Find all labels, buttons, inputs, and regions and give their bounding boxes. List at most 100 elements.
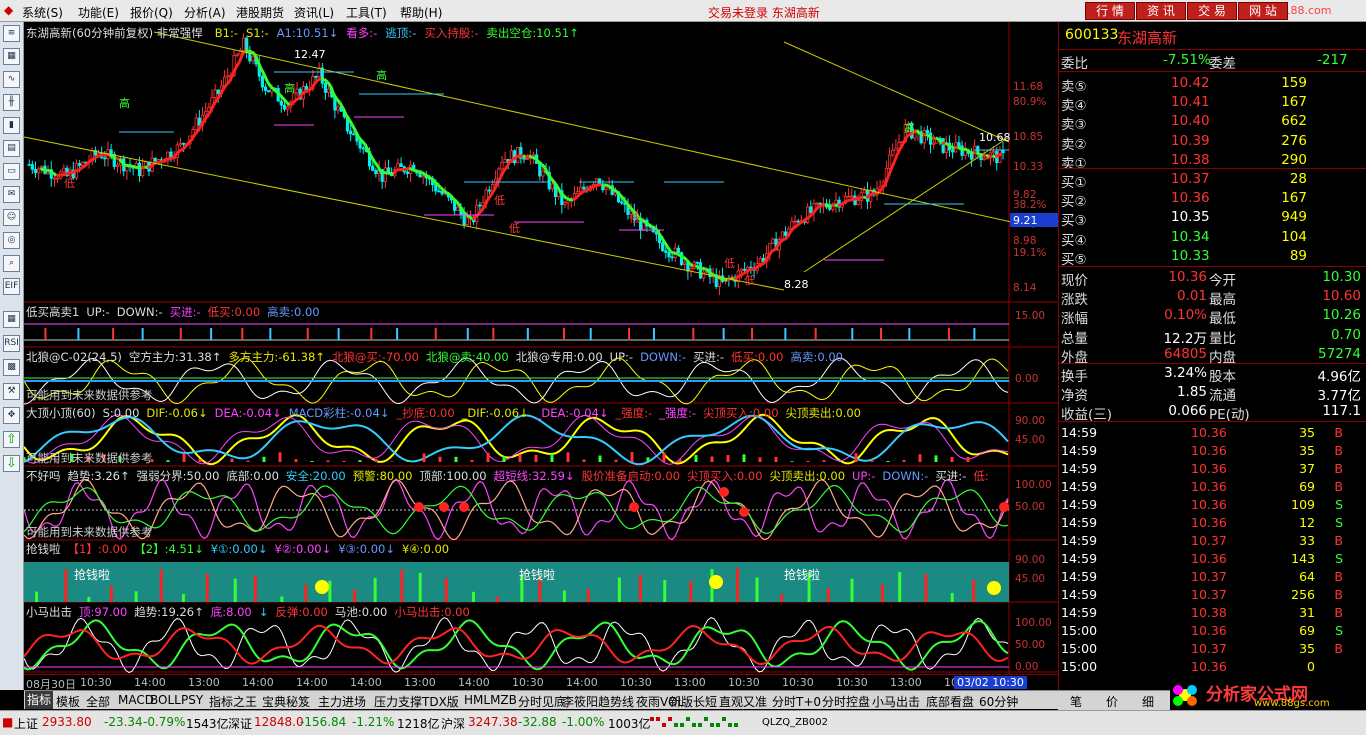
top-button-2[interactable]: 交 易: [1187, 2, 1237, 20]
tab-0[interactable]: 指标: [25, 691, 54, 709]
tab-10[interactable]: HMLMZB: [464, 693, 517, 707]
tab-9[interactable]: 压力支撑TDX版: [374, 693, 459, 710]
candle-body: [456, 206, 460, 211]
menu-2[interactable]: 报价(Q): [130, 4, 173, 21]
ma-segment: [736, 274, 742, 279]
menu-7[interactable]: 帮助(H): [400, 4, 442, 21]
people-icon[interactable]: ☺: [3, 209, 20, 226]
orderbook-row: 卖⑤ 10.42 159: [1059, 74, 1366, 95]
ma-segment: [317, 77, 322, 82]
ma-segment: [739, 272, 745, 277]
tab-4[interactable]: BOLL: [150, 693, 181, 707]
etf-icon[interactable]: EIF: [3, 278, 20, 295]
chart-annotation: 8.28: [784, 278, 809, 291]
right-tab-2[interactable]: 细: [1142, 693, 1154, 710]
tab-1[interactable]: 模板: [56, 693, 80, 710]
right-tab-1[interactable]: 价: [1106, 693, 1118, 710]
list-icon[interactable]: ≡: [3, 25, 20, 42]
tick-row: 14:59 10.37 64 B: [1059, 568, 1366, 587]
tab-5[interactable]: PSY: [181, 693, 203, 707]
ma-segment: [509, 158, 514, 163]
tab-3[interactable]: MACD: [118, 693, 154, 707]
tick-volume: 69: [1299, 479, 1315, 494]
bar-icon[interactable]: ▮: [3, 117, 20, 134]
kline-chart-svg[interactable]: 12.47高高高高低低低低低低8.2810.6811.6880.9%10.851…: [24, 22, 1058, 674]
panel2-label-9: _强度:-: [659, 406, 697, 420]
menu-1[interactable]: 功能(E): [78, 4, 119, 21]
chart-line-icon[interactable]: ∿: [3, 71, 20, 88]
top-button-0[interactable]: 行 情: [1085, 2, 1135, 20]
grid2-icon[interactable]: ▦: [3, 311, 20, 328]
panel5-label-3: 底:8.00: [210, 605, 252, 619]
panel5-bar: [304, 584, 308, 602]
menu-5[interactable]: 资讯(L): [294, 4, 334, 21]
tick-flag: B: [1334, 461, 1343, 476]
tab-11[interactable]: 分时见底: [518, 693, 566, 710]
table-icon[interactable]: ▤: [3, 140, 20, 157]
order-label: 卖④: [1061, 98, 1087, 115]
tab-15[interactable]: 直观又准: [719, 693, 767, 710]
date-label-5: 14:00: [296, 676, 328, 689]
chart-annotation: 高: [119, 96, 130, 110]
candle-body: [226, 75, 230, 78]
ma-segment: [998, 152, 1003, 157]
globe-icon[interactable]: ◎: [3, 232, 20, 249]
top-button-1[interactable]: 资 讯: [1136, 2, 1186, 20]
panel5-bar: [233, 578, 237, 602]
up-arrow-icon[interactable]: ⇧: [3, 431, 20, 448]
down-arrow-icon[interactable]: ⇩: [3, 455, 20, 472]
tab-6[interactable]: 指标之王: [209, 693, 257, 710]
search-icon[interactable]: ⌕: [3, 255, 20, 272]
tab-8[interactable]: 主力进场: [318, 693, 366, 710]
move-icon[interactable]: ✥: [3, 407, 20, 424]
doc-icon[interactable]: ▭: [3, 163, 20, 180]
calc-icon[interactable]: ▩: [3, 359, 20, 376]
tab-2[interactable]: 全部: [86, 693, 110, 710]
tab-20[interactable]: 60分钟: [979, 693, 1018, 710]
candle-body: [503, 158, 507, 163]
menu-3[interactable]: 分析(A): [184, 4, 226, 21]
panel5-bar: [253, 575, 257, 602]
chart-area[interactable]: 12.47 高高高高低低低低低低 8.28 10.68 11.68 80.9% 10.85 1…: [24, 22, 1058, 690]
ma-segment: [591, 184, 596, 189]
menu-4[interactable]: 港股期货: [236, 4, 284, 21]
orderbook-row: 卖③ 10.40 662: [1059, 112, 1366, 134]
ma-segment: [831, 203, 836, 208]
candle-body: [985, 157, 989, 160]
orderbook-row: 买③ 10.35 949: [1059, 208, 1366, 229]
date-label-15: 10:30: [836, 676, 868, 689]
tab-16[interactable]: 分时T+0: [772, 693, 821, 710]
candle-body: [991, 151, 996, 154]
top-button-3[interactable]: 网 站: [1238, 2, 1288, 20]
ma-segment: [799, 220, 804, 225]
grid-icon[interactable]: ▦: [3, 48, 20, 65]
candle-body: [951, 149, 955, 153]
formula-name: QLZQ_ZB002: [762, 717, 828, 728]
menu-0[interactable]: 系统(S): [22, 4, 63, 21]
panel5-bar: [159, 569, 163, 602]
tab-17[interactable]: 分时控盘: [822, 693, 870, 710]
tab-18[interactable]: 小马出击: [872, 693, 920, 710]
candle-body: [153, 157, 157, 162]
right-tab-0[interactable]: 笔: [1070, 693, 1082, 710]
stat-value: 10.36: [1168, 269, 1207, 285]
tab-12[interactable]: 李筱阳趋势线: [562, 693, 634, 710]
order-price: 10.41: [1171, 94, 1210, 111]
menu-6[interactable]: 工具(T): [346, 4, 387, 21]
tools-icon[interactable]: ⚒: [3, 383, 20, 400]
orderbook-row: 卖① 10.38 290: [1059, 151, 1366, 172]
order-price: 10.39: [1171, 132, 1210, 149]
rsi-icon[interactable]: RSI: [3, 335, 20, 352]
candle-icon[interactable]: ╫: [3, 94, 20, 111]
tab-7[interactable]: 宝典秘笈: [262, 693, 310, 710]
mail-icon[interactable]: ✉: [3, 186, 20, 203]
ma-segment: [628, 206, 635, 212]
ma-segment: [853, 197, 858, 201]
chart-annotation: 高: [376, 68, 387, 82]
order-label: 卖③: [1061, 117, 1087, 134]
tab-14[interactable]: 新版长短: [669, 693, 717, 710]
tab-19[interactable]: 底部看盘: [926, 693, 974, 710]
stat-row: 换手 3.24% 股本 4.96亿: [1059, 364, 1366, 385]
candle-body: [683, 262, 687, 265]
sh-index-icon: ■: [2, 715, 14, 729]
